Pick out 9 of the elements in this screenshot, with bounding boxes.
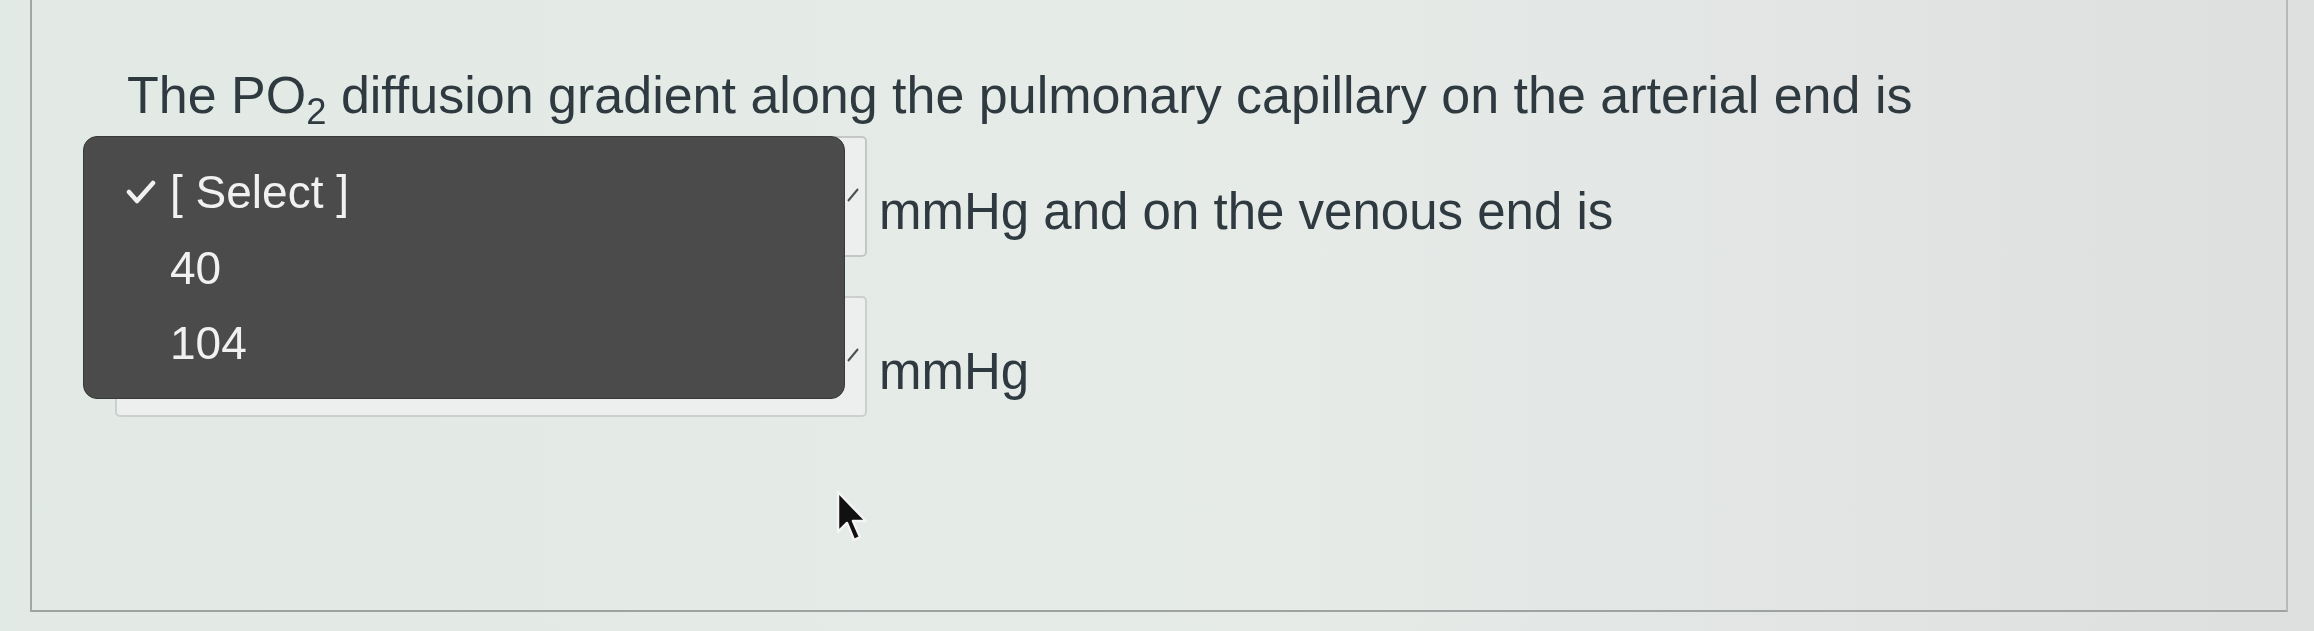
menu-option[interactable]: [ Select ] — [84, 154, 844, 230]
unit-text: mmHg — [879, 342, 1030, 402]
mouse-pointer-icon — [836, 490, 870, 544]
menu-option[interactable]: 40 — [84, 229, 844, 306]
caret-icon — [847, 348, 859, 362]
menu-option[interactable]: 104 — [84, 305, 844, 381]
caret-icon — [847, 188, 859, 202]
unit-text: mmHg and on the venous end is — [879, 182, 1614, 242]
question-text: The PO$_{2}$ diffusion gradient along the pulmonary capillary on the arterial end is — [127, 65, 1913, 126]
